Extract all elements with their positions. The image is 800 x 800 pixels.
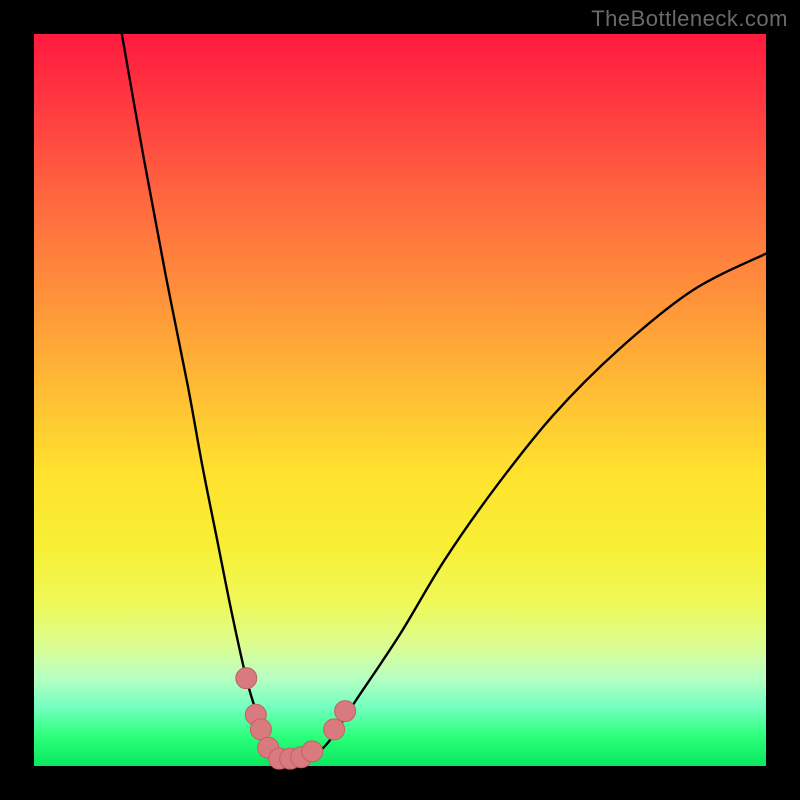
bottleneck-curve-svg [34,34,766,766]
curve-marker [324,719,345,740]
attribution-label: TheBottleneck.com [591,6,788,32]
chart-frame: TheBottleneck.com [0,0,800,800]
curve-markers [236,668,356,770]
curve-marker [236,668,257,689]
plot-area [34,34,766,766]
bottleneck-curve [122,34,766,760]
curve-marker [335,701,356,722]
curve-marker [302,741,323,762]
